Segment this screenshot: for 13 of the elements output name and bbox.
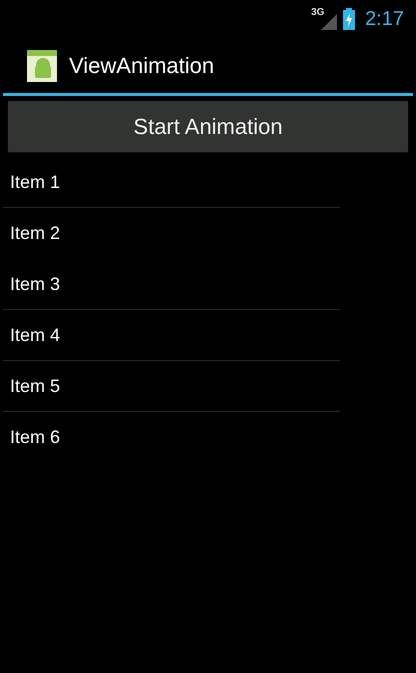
app-title: ViewAnimation xyxy=(69,52,214,80)
battery-charging-icon xyxy=(343,8,356,30)
network-type: 3G xyxy=(311,8,324,18)
list-item[interactable]: Item 6 xyxy=(10,424,60,450)
app-icon xyxy=(27,50,57,82)
signal-icon xyxy=(321,14,338,30)
clock: 2:17 xyxy=(365,7,404,32)
list-item[interactable]: Item 2 xyxy=(10,220,60,246)
list-item[interactable]: Item 4 xyxy=(10,322,60,348)
list-item[interactable]: Item 5 xyxy=(10,372,60,400)
start-animation-button[interactable]: Start Animation xyxy=(8,101,408,152)
list-item[interactable]: Item 1 xyxy=(10,168,60,196)
list-item[interactable]: Item 3 xyxy=(10,270,60,298)
